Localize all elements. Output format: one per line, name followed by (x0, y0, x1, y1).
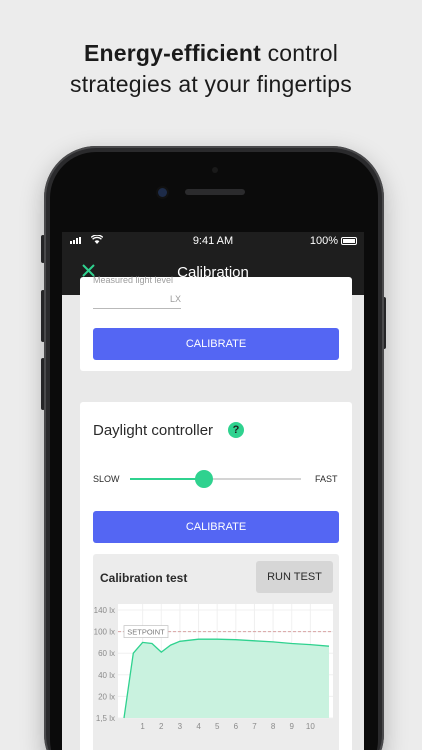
calibrate-light-button[interactable]: CALIBRATE (93, 328, 339, 360)
light-level-input[interactable]: LX (93, 293, 181, 309)
x-tick-label: 1 (140, 722, 145, 731)
calibration-test-title: Calibration test (100, 571, 188, 585)
slider-thumb[interactable] (194, 470, 213, 488)
slow-label: SLOW (93, 474, 120, 484)
speed-slider[interactable] (130, 470, 301, 488)
measured-light-label: Measured light level (93, 275, 174, 285)
battery-percent: 100% (309, 235, 338, 247)
fast-label: FAST (315, 474, 338, 484)
y-tick-label: 140 lx (94, 606, 115, 615)
help-icon[interactable]: ? (228, 422, 244, 438)
x-tick-label: 4 (196, 722, 201, 731)
proximity-sensor (212, 167, 218, 173)
y-tick-label: 1,5 lx (96, 714, 115, 723)
front-camera-icon (158, 188, 167, 197)
x-tick-label: 9 (290, 722, 295, 731)
x-tick-label: 10 (306, 722, 315, 731)
headline: Energy-efficient control strategies at y… (0, 38, 422, 100)
daylight-controller-title: Daylight controller (93, 422, 214, 439)
headline-bold: Energy-efficient (83, 40, 261, 66)
x-tick-label: 2 (159, 722, 164, 731)
calibration-chart-svg: 140 lx 100 lx 60 lx 40 lx 20 lx 1,5 lx 1 2 3 4 5 6 7… (94, 604, 333, 731)
battery-icon (341, 237, 357, 245)
headline-line-2: strategies at your fingertips (70, 71, 352, 97)
chart-area-fill (124, 639, 329, 718)
headline-rest: control (260, 40, 339, 66)
calibrate-daylight-button[interactable]: CALIBRATE (93, 511, 339, 543)
x-tick-label: 8 (271, 722, 276, 731)
status-bar: 9:41 AM 100% (62, 232, 364, 250)
y-tick-label: 100 lx (94, 628, 115, 637)
lx-unit-label: LX (169, 294, 181, 304)
earpiece-speaker (185, 189, 245, 195)
headline-line-1: Energy-efficient control (0, 38, 422, 69)
setpoint-label: SETPOINT (127, 628, 165, 637)
x-tick-label: 6 (234, 722, 239, 731)
calibration-test-panel: Calibration test RUN TEST 140 lx 100 lx 60… (93, 554, 339, 750)
y-tick-label: 40 lx (98, 671, 115, 680)
x-tick-label: 7 (252, 722, 257, 731)
calibration-chart: 140 lx 100 lx 60 lx 40 lx 20 lx 1,5 lx 1 2 3 4 5 6 7… (93, 598, 339, 750)
daylight-controller-card: Daylight controller ? SLOW FAST CALIBRAT… (80, 402, 352, 750)
slider-fill (130, 478, 204, 480)
phone-screen: 9:41 AM 100% Calibration Measured light … (62, 232, 364, 750)
x-tick-label: 5 (215, 722, 220, 731)
y-tick-label: 20 lx (98, 692, 115, 701)
light-level-card: Measured light level LX CALIBRATE (80, 275, 352, 371)
y-tick-label: 60 lx (98, 649, 115, 658)
x-tick-label: 3 (178, 722, 183, 731)
run-test-button[interactable]: RUN TEST (256, 561, 333, 593)
